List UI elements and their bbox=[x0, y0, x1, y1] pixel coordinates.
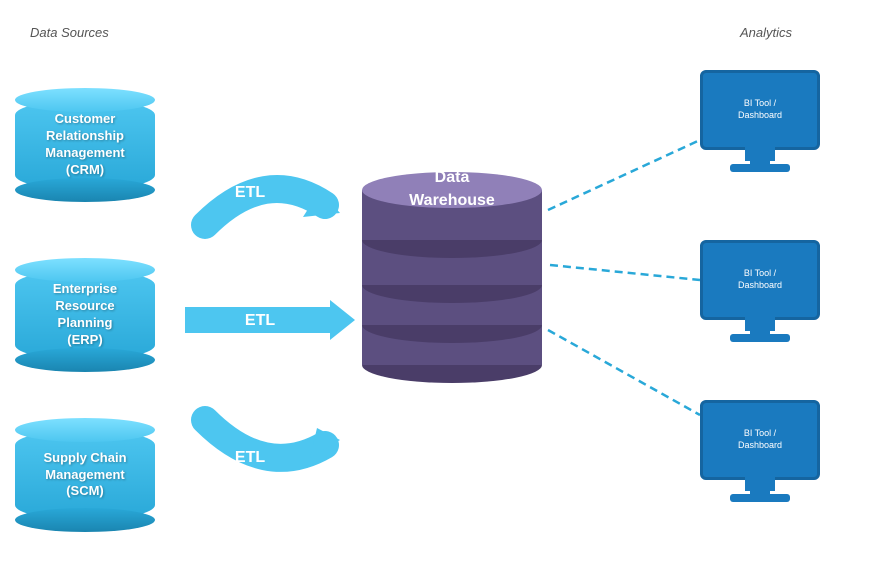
crm-cylinder: Customer Relationship Management (CRM) bbox=[15, 100, 155, 190]
etl-arrow-1: ETL bbox=[185, 155, 345, 250]
svg-text:Data: Data bbox=[435, 169, 470, 186]
monitor-3-text: BI Tool / Dashboard bbox=[738, 428, 782, 451]
data-warehouse: Data Warehouse bbox=[355, 150, 550, 380]
erp-label: Enterprise Resource Planning (ERP) bbox=[45, 281, 125, 349]
crm-label: Customer Relationship Management (CRM) bbox=[37, 111, 132, 179]
right-section-label: Analytics bbox=[740, 25, 792, 40]
svg-text:Warehouse: Warehouse bbox=[409, 192, 495, 209]
etl-arrow-2: ETL bbox=[185, 295, 355, 350]
etl-arrow-3: ETL bbox=[185, 390, 345, 495]
monitor-1: BI Tool / Dashboard bbox=[700, 70, 820, 172]
monitor-2: BI Tool / Dashboard bbox=[700, 240, 820, 342]
monitor-2-text: BI Tool / Dashboard bbox=[738, 268, 782, 291]
diagram-container: Data Sources Analytics Customer Relation… bbox=[0, 0, 881, 566]
scm-cylinder: Supply Chain Management (SCM) bbox=[15, 430, 155, 520]
left-section-label: Data Sources bbox=[30, 25, 109, 40]
monitor-3: BI Tool / Dashboard bbox=[700, 400, 820, 502]
svg-text:ETL: ETL bbox=[235, 449, 265, 466]
scm-label: Supply Chain Management (SCM) bbox=[35, 450, 134, 501]
svg-text:ETL: ETL bbox=[245, 312, 275, 329]
svg-text:ETL: ETL bbox=[235, 184, 265, 201]
monitor-1-text: BI Tool / Dashboard bbox=[738, 98, 782, 121]
erp-cylinder: Enterprise Resource Planning (ERP) bbox=[15, 270, 155, 360]
